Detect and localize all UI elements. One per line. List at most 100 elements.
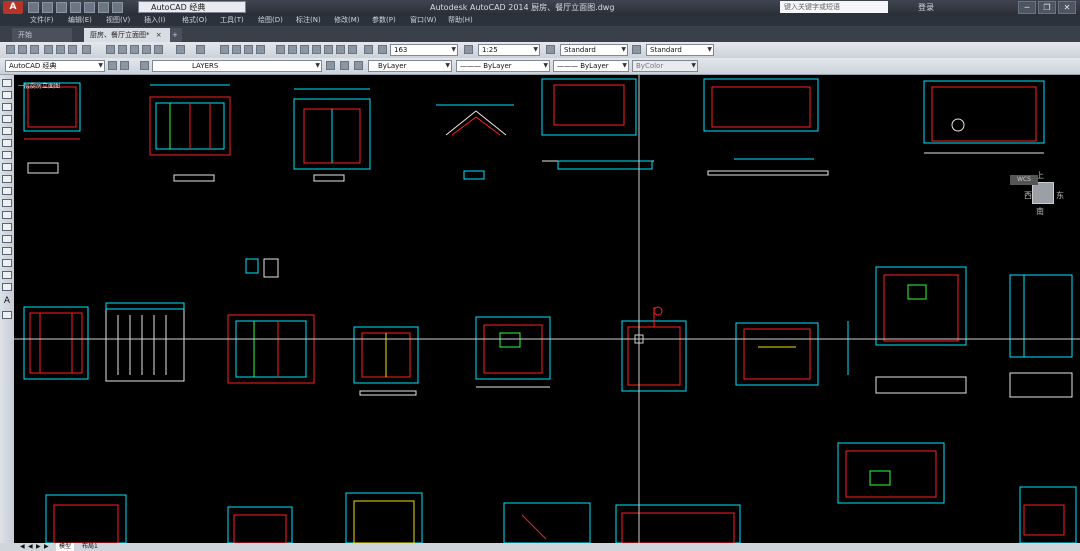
cut-icon[interactable] — [106, 45, 115, 54]
polyline-icon[interactable] — [2, 103, 12, 111]
table-icon[interactable] — [2, 283, 12, 291]
plotstyle-select[interactable]: ByColor ▼ — [632, 60, 698, 72]
polygon-icon[interactable] — [2, 115, 12, 123]
menu-draw[interactable]: 绘图(D) — [258, 15, 296, 26]
point-icon[interactable] — [2, 235, 12, 243]
menu-edit[interactable]: 编辑(E) — [68, 15, 106, 26]
search-input[interactable]: 键入关键字或短语 — [780, 1, 888, 13]
plot-icon[interactable] — [44, 45, 53, 54]
layer-previous-icon[interactable] — [340, 61, 349, 70]
menu-format[interactable]: 格式(O) — [182, 15, 220, 26]
zoom-window-icon[interactable] — [244, 45, 253, 54]
minimize-button[interactable]: ─ — [1018, 1, 1036, 14]
table-style-select[interactable]: Standard ▼ — [646, 44, 714, 56]
first-layout-icon[interactable]: ◀ — [20, 543, 25, 551]
tool-palettes-icon[interactable] — [300, 45, 309, 54]
linetype-select[interactable]: ——— ByLayer ▼ — [456, 60, 550, 72]
close-tab-icon[interactable]: × — [156, 31, 162, 39]
new-icon[interactable] — [28, 2, 39, 13]
multiline-text-icon[interactable]: A — [2, 297, 12, 306]
quickcalc-icon[interactable] — [336, 45, 345, 54]
tab-layout1[interactable]: 布局1 — [82, 543, 98, 551]
redo-icon[interactable] — [112, 2, 123, 13]
properties-icon[interactable] — [276, 45, 285, 54]
close-button[interactable]: ✕ — [1058, 1, 1076, 14]
redo-icon[interactable] — [196, 45, 205, 54]
color-select[interactable]: ByLayer ▼ — [368, 60, 452, 72]
tab-drawing[interactable]: 厨房、餐厅立面图* × — [84, 28, 174, 42]
wcs-menu-button[interactable]: WCS — [1010, 175, 1038, 185]
viewcube-east-label[interactable]: 东 — [1056, 190, 1064, 201]
circle-icon[interactable] — [2, 151, 12, 159]
open-icon[interactable] — [18, 45, 27, 54]
rectangle-icon[interactable] — [2, 127, 12, 135]
copy-icon[interactable] — [118, 45, 127, 54]
design-center-icon[interactable] — [288, 45, 297, 54]
last-layout-icon[interactable]: ▶ — [44, 543, 49, 551]
construction-line-icon[interactable] — [2, 91, 12, 99]
add-selected-icon[interactable] — [2, 311, 12, 319]
zoom-previous-icon[interactable] — [256, 45, 265, 54]
menu-view[interactable]: 视图(V) — [106, 15, 144, 26]
make-layer-current-icon[interactable] — [326, 61, 335, 70]
block-editor-icon[interactable] — [154, 45, 163, 54]
ellipse-icon[interactable] — [2, 187, 12, 195]
layer-select[interactable]: LAYERS ▼ — [152, 60, 322, 72]
zoom-realtime-icon[interactable] — [232, 45, 241, 54]
new-tab-button[interactable]: + — [170, 28, 182, 42]
markup-icon[interactable] — [324, 45, 333, 54]
new-icon[interactable] — [6, 45, 15, 54]
undo-icon[interactable] — [98, 2, 109, 13]
layer-properties-icon[interactable] — [140, 61, 149, 70]
customize-icon[interactable] — [120, 61, 129, 70]
workspace-dropdown[interactable]: AutoCAD 经典 — [138, 1, 246, 13]
tab-model[interactable]: 模型 — [56, 543, 75, 551]
prev-layout-icon[interactable]: ◀ — [28, 543, 33, 551]
next-layout-icon[interactable]: ▶ — [36, 543, 41, 551]
text-style-manager-icon[interactable] — [378, 45, 387, 54]
save-as-icon[interactable] — [70, 2, 81, 13]
paste-icon[interactable] — [130, 45, 139, 54]
help-icon[interactable] — [348, 45, 357, 54]
match-properties-icon[interactable] — [142, 45, 151, 54]
3d-dwf-icon[interactable] — [82, 45, 91, 54]
table-style-icon[interactable] — [632, 45, 641, 54]
open-icon[interactable] — [42, 2, 53, 13]
undo-icon[interactable] — [176, 45, 185, 54]
spline-icon[interactable] — [2, 175, 12, 183]
menu-modify[interactable]: 修改(M) — [334, 15, 372, 26]
login-link[interactable]: 登录 — [918, 2, 934, 13]
plot-preview-icon[interactable] — [56, 45, 65, 54]
workspace-settings-icon[interactable] — [108, 61, 117, 70]
text-style-icon[interactable] — [364, 45, 373, 54]
save-icon[interactable] — [56, 2, 67, 13]
menu-parametric[interactable]: 参数(P) — [372, 15, 410, 26]
revision-cloud-icon[interactable] — [2, 163, 12, 171]
lineweight-select[interactable]: ——— ByLayer ▼ — [553, 60, 629, 72]
annotation-scale-select[interactable]: 1:25 ▼ — [478, 44, 540, 56]
tab-start[interactable]: 开始 — [12, 28, 72, 42]
layer-state-icon[interactable] — [354, 61, 363, 70]
menu-window[interactable]: 窗口(W) — [410, 15, 448, 26]
pan-icon[interactable] — [220, 45, 229, 54]
make-block-icon[interactable] — [2, 223, 12, 231]
menu-tools[interactable]: 工具(T) — [220, 15, 258, 26]
arc-icon[interactable] — [2, 139, 12, 147]
sheet-set-icon[interactable] — [312, 45, 321, 54]
restore-button[interactable]: ❐ — [1038, 1, 1056, 14]
dimstyle-manager-icon[interactable] — [546, 45, 555, 54]
drawing-canvas[interactable]: 一层厨房立面图 上 西 东 南 WCS — [14, 75, 1080, 543]
dim-style-icon[interactable] — [464, 45, 473, 54]
publish-icon[interactable] — [68, 45, 77, 54]
menu-dimension[interactable]: 标注(N) — [296, 15, 334, 26]
line-icon[interactable] — [2, 79, 12, 87]
text-style-select[interactable]: 163 ▼ — [390, 44, 458, 56]
insert-block-icon[interactable] — [2, 211, 12, 219]
region-icon[interactable] — [2, 271, 12, 279]
save-icon[interactable] — [30, 45, 39, 54]
dim-style-select[interactable]: Standard ▼ — [560, 44, 628, 56]
application-menu-button[interactable]: A — [3, 1, 23, 14]
workspace-select[interactable]: AutoCAD 经典 ▼ — [5, 60, 105, 72]
ellipse-arc-icon[interactable] — [2, 199, 12, 207]
gradient-icon[interactable] — [2, 259, 12, 267]
